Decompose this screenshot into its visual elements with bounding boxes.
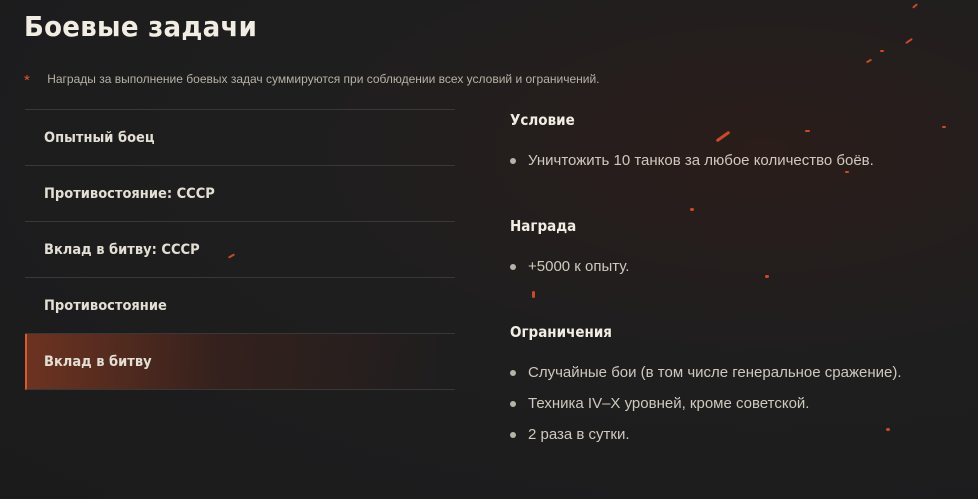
bullet-icon (510, 432, 516, 438)
tab-opytny-boets[interactable]: Опытный боец (25, 110, 455, 166)
spark-decoration (865, 58, 873, 64)
tab-protivostoyanie-ussr[interactable]: Противостояние: СССР (25, 166, 455, 222)
tab-vklad-v-bitvu[interactable]: Вклад в битву (25, 334, 455, 390)
page-title: Боевые задачи (24, 10, 258, 43)
spark-decoration (912, 3, 918, 9)
reward-item: +5000 к опыту. (510, 257, 970, 288)
reward-section: Награда +5000 к опыту. (510, 217, 970, 323)
rewards-note-text: Награды за выполнение боевых задач сумми… (47, 72, 600, 86)
spark-decoration (880, 50, 884, 52)
asterisk-icon: * (24, 72, 30, 89)
tab-vklad-v-bitvu-ussr[interactable]: Вклад в битву: СССР (25, 222, 455, 278)
bullet-icon (510, 370, 516, 376)
condition-title: Условие (510, 111, 575, 129)
rewards-note: * Награды за выполнение боевых задач сум… (24, 70, 600, 89)
restriction-item: 2 раза в сутки. (510, 425, 970, 456)
restrictions-title: Ограничения (510, 323, 612, 341)
tab-protivostoyanie[interactable]: Противостояние (25, 278, 455, 334)
spark-decoration (905, 37, 913, 45)
task-tabs: Опытный боец Противостояние: СССР Вклад … (25, 109, 455, 390)
condition-item: Уничтожить 10 танков за любое количество… (510, 151, 970, 182)
bullet-icon (510, 158, 516, 164)
task-details: Условие Уничтожить 10 танков за любое ко… (510, 111, 970, 456)
restrictions-section: Ограничения Случайные бои (в том числе г… (510, 323, 970, 456)
restriction-item: Техника IV–X уровней, кроме советской. (510, 394, 970, 425)
restriction-item: Случайные бои (в том числе генеральное с… (510, 363, 970, 394)
bullet-icon (510, 264, 516, 270)
condition-section: Условие Уничтожить 10 танков за любое ко… (510, 111, 970, 217)
reward-title: Награда (510, 217, 577, 235)
bullet-icon (510, 401, 516, 407)
